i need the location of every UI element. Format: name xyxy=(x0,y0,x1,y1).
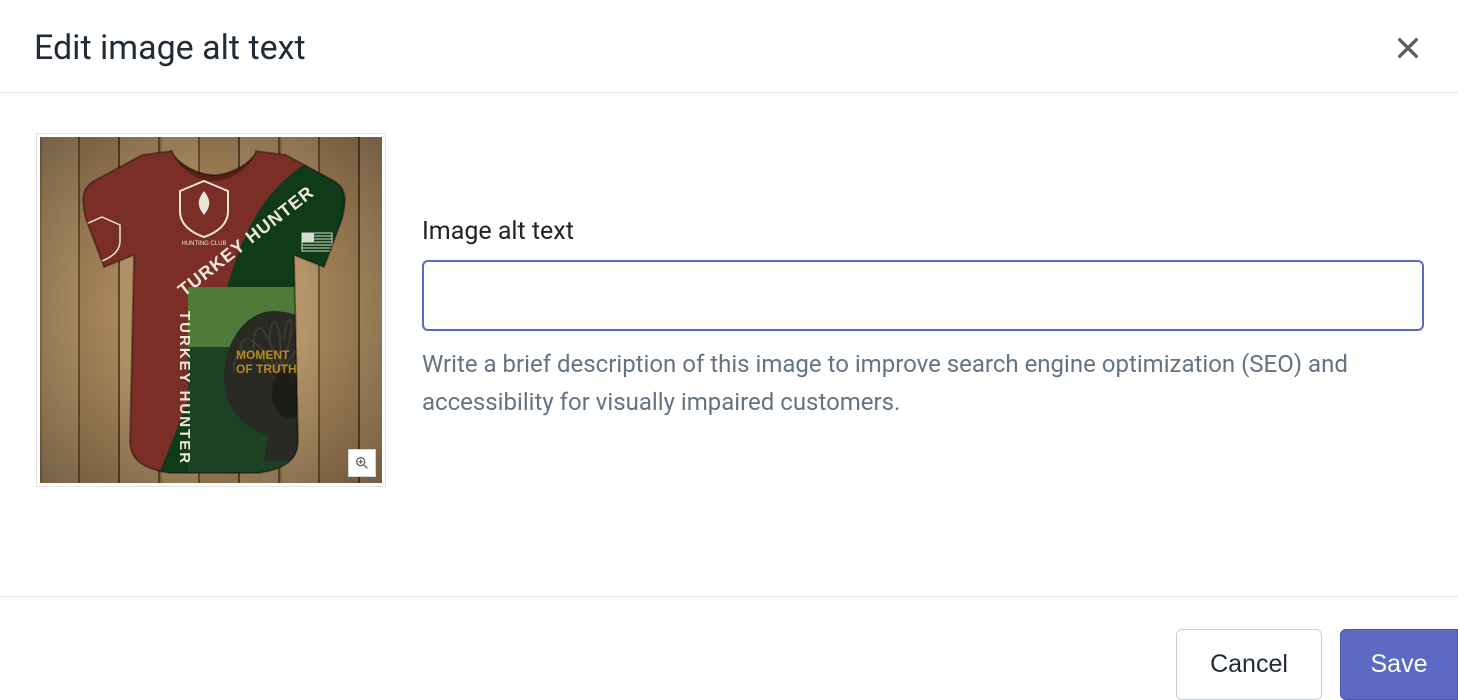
alt-text-label: Image alt text xyxy=(422,217,1424,246)
form-area: Image alt text Write a brief description… xyxy=(422,133,1424,556)
close-icon[interactable] xyxy=(1392,32,1424,64)
svg-text:HUNTING CLUB: HUNTING CLUB xyxy=(181,241,226,247)
zoom-icon[interactable] xyxy=(348,449,376,477)
save-button[interactable]: Save xyxy=(1340,629,1458,700)
modal-footer: Cancel Save xyxy=(0,596,1458,700)
edit-alt-text-modal: Edit image alt text xyxy=(0,0,1458,700)
svg-text:TURKEY HUNTER: TURKEY HUNTER xyxy=(176,311,193,465)
cancel-button[interactable]: Cancel xyxy=(1176,629,1322,700)
svg-text:MOMENT: MOMENT xyxy=(236,348,290,362)
image-preview: HUNTING CLUB TURKEY HUNTER TURKEY HUNTER… xyxy=(36,133,386,487)
help-text: Write a brief description of this image … xyxy=(422,345,1424,422)
tshirt-graphic: HUNTING CLUB TURKEY HUNTER TURKEY HUNTER… xyxy=(76,141,352,481)
modal-body: HUNTING CLUB TURKEY HUNTER TURKEY HUNTER… xyxy=(0,93,1458,596)
svg-text:OF TRUTH: OF TRUTH xyxy=(236,362,297,376)
alt-text-input[interactable] xyxy=(422,260,1424,331)
modal-title: Edit image alt text xyxy=(34,28,306,68)
modal-header: Edit image alt text xyxy=(0,0,1458,93)
